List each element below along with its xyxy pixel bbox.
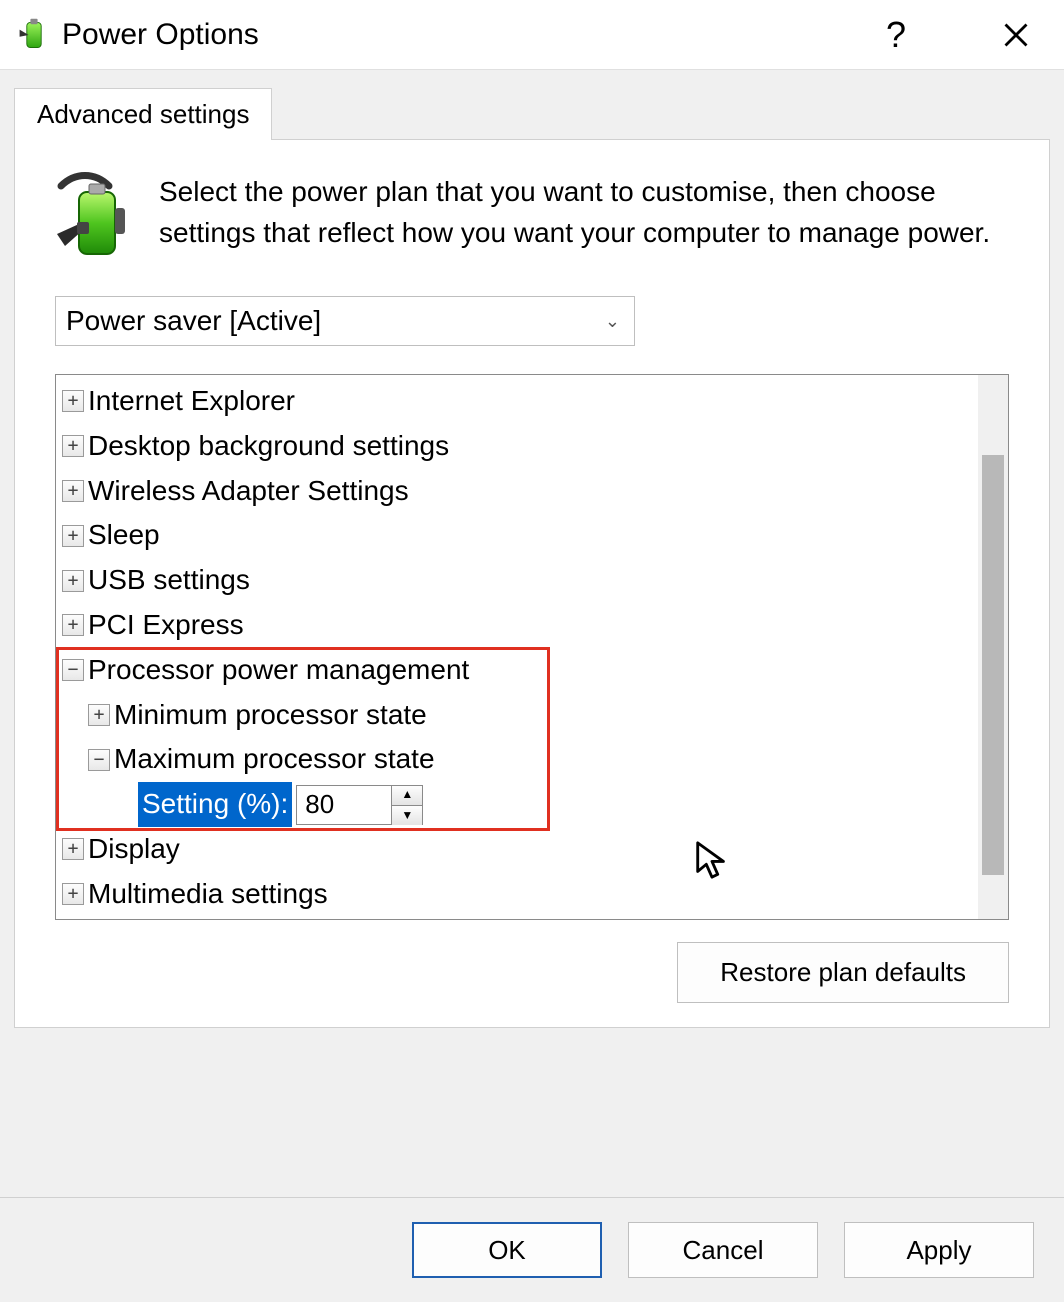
spinner-up-button[interactable]: ▲ <box>392 786 422 806</box>
spinner-down-button[interactable]: ▼ <box>392 806 422 825</box>
settings-tree: + Internet Explorer + Desktop background… <box>55 374 1009 920</box>
dialog-client: Advanced settings Select the power plan … <box>0 70 1064 1302</box>
battery-plug-icon <box>55 168 135 268</box>
tab-body: Select the power plan that you want to c… <box>14 139 1050 1028</box>
tree-label: Internet Explorer <box>88 379 295 424</box>
dialog-button-row: OK Cancel Apply <box>0 1197 1064 1302</box>
tree-label: Multimedia settings <box>88 872 328 917</box>
intro-text: Select the power plan that you want to c… <box>159 168 1009 268</box>
close-button[interactable] <box>986 5 1046 65</box>
tree-label: Processor power management <box>88 648 469 693</box>
tree-item-sleep[interactable]: + Sleep <box>58 513 976 558</box>
tree-viewport[interactable]: + Internet Explorer + Desktop background… <box>56 375 978 919</box>
ok-button[interactable]: OK <box>412 1222 602 1278</box>
tree-label: Sleep <box>88 513 160 558</box>
scrollbar-thumb[interactable] <box>982 455 1004 875</box>
power-plan-value: Power saver [Active] <box>66 305 605 337</box>
spinner-buttons: ▲ ▼ <box>392 785 423 825</box>
tree-item-pci-express[interactable]: + PCI Express <box>58 603 976 648</box>
tree-label: Wireless Adapter Settings <box>88 469 409 514</box>
tree-item-wireless-adapter[interactable]: + Wireless Adapter Settings <box>58 469 976 514</box>
tree-item-processor-power[interactable]: − Processor power management <box>58 648 976 693</box>
tree-item-setting-value[interactable]: Setting (%): ▲ ▼ <box>58 782 976 827</box>
tree-item-desktop-background[interactable]: + Desktop background settings <box>58 424 976 469</box>
window-title: Power Options <box>62 18 866 52</box>
tree-item-internet-explorer[interactable]: + Internet Explorer <box>58 379 976 424</box>
help-button[interactable]: ? <box>866 5 926 65</box>
expand-icon[interactable]: + <box>62 838 84 860</box>
tree-label: Display <box>88 827 180 872</box>
tree-label: Desktop background settings <box>88 424 449 469</box>
expand-icon[interactable]: + <box>62 390 84 412</box>
restore-defaults-button[interactable]: Restore plan defaults <box>677 942 1009 1003</box>
expand-icon[interactable]: + <box>62 570 84 592</box>
setting-value-input[interactable] <box>296 785 392 825</box>
expand-icon[interactable]: + <box>62 435 84 457</box>
collapse-icon[interactable]: − <box>62 659 84 681</box>
expand-icon[interactable]: + <box>62 883 84 905</box>
titlebar: Power Options ? <box>0 0 1064 70</box>
tree-label: USB settings <box>88 558 250 603</box>
scrollbar[interactable] <box>978 375 1008 919</box>
chevron-down-icon: ⌄ <box>605 311 620 332</box>
tree-item-display[interactable]: + Display <box>58 827 976 872</box>
tree-item-max-processor-state[interactable]: − Maximum processor state <box>58 737 976 782</box>
expand-icon[interactable]: + <box>62 480 84 502</box>
tree-label: Minimum processor state <box>114 693 427 738</box>
tree-label: PCI Express <box>88 603 244 648</box>
expand-icon[interactable]: + <box>88 704 110 726</box>
tree-item-usb-settings[interactable]: + USB settings <box>58 558 976 603</box>
power-plan-select[interactable]: Power saver [Active] ⌄ <box>55 296 635 346</box>
apply-button[interactable]: Apply <box>844 1222 1034 1278</box>
tree-label: Maximum processor state <box>114 737 435 782</box>
collapse-icon[interactable]: − <box>88 749 110 771</box>
tab-strip: Advanced settings <box>0 70 1064 140</box>
app-icon <box>14 15 54 55</box>
expand-icon[interactable]: + <box>62 614 84 636</box>
intro-block: Select the power plan that you want to c… <box>55 168 1009 268</box>
tree-item-min-processor-state[interactable]: + Minimum processor state <box>58 693 976 738</box>
tree-item-multimedia[interactable]: + Multimedia settings <box>58 872 976 917</box>
tab-advanced-settings[interactable]: Advanced settings <box>14 88 272 140</box>
cancel-button[interactable]: Cancel <box>628 1222 818 1278</box>
restore-row: Restore plan defaults <box>55 942 1009 1003</box>
setting-label: Setting (%): <box>138 782 292 827</box>
expand-icon[interactable]: + <box>62 525 84 547</box>
